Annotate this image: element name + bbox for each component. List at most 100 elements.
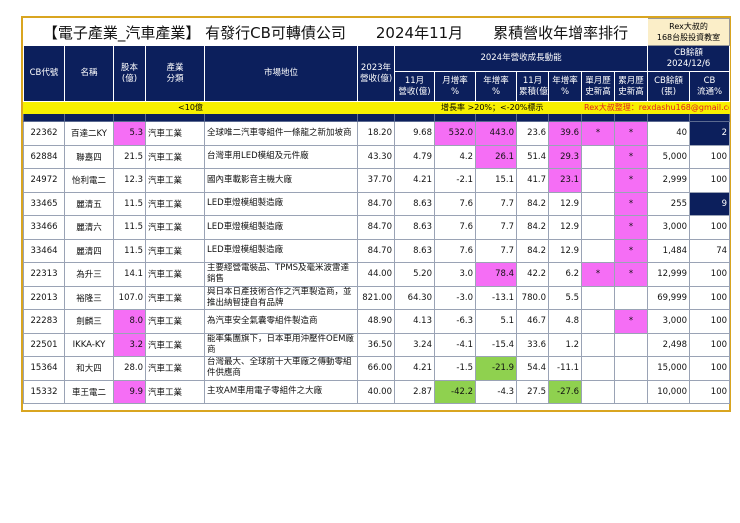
cb-balance: 40 bbox=[647, 121, 691, 146]
capital: 11.5 bbox=[113, 238, 146, 263]
nov-revenue: 8.63 bbox=[394, 238, 435, 263]
header-capital: 股本 (億) bbox=[113, 45, 146, 102]
month-record-high bbox=[581, 144, 615, 169]
nov-cumulative: 27.5 bbox=[516, 379, 549, 404]
note-growth-rule: 增長率 >20%；<-20%標示 bbox=[434, 101, 582, 114]
month-record-high bbox=[581, 238, 615, 263]
industry: 汽車工業 bbox=[145, 144, 205, 169]
header-mom: 月增率 % bbox=[434, 71, 476, 102]
industry: 汽車工業 bbox=[145, 356, 205, 381]
cb-outstanding-pct: 100 bbox=[689, 332, 731, 357]
yoy-growth: 15.1 bbox=[475, 168, 517, 193]
month-record-high bbox=[581, 379, 615, 404]
note-small-cap: <10億 bbox=[23, 101, 358, 114]
cb-outstanding-pct: 2 bbox=[689, 121, 731, 146]
yoy-growth: 78.4 bbox=[475, 262, 517, 287]
mom-growth: -2.1 bbox=[434, 168, 476, 193]
cum-yoy-growth: 1.2 bbox=[548, 332, 582, 357]
company-name: 麗清六 bbox=[64, 215, 114, 240]
mom-growth: 4.2 bbox=[434, 144, 476, 169]
mom-growth: -3.0 bbox=[434, 285, 476, 310]
market-position: 為汽車安全氣囊零組件製造商 bbox=[204, 309, 358, 334]
company-name: IKKA-KY bbox=[64, 332, 114, 357]
mom-growth: 7.6 bbox=[434, 238, 476, 263]
cum-yoy-growth: 39.6 bbox=[548, 121, 582, 146]
market-position: 主攻AM車用電子零組件之大廠 bbox=[204, 379, 358, 404]
cb-balance: 2,999 bbox=[647, 168, 691, 193]
rex-badge: Rex大叔的 168台股投資教室 bbox=[647, 18, 731, 46]
month-record-high bbox=[581, 215, 615, 240]
cb-outstanding-pct: 100 bbox=[689, 215, 731, 240]
nov-cumulative: 46.7 bbox=[516, 309, 549, 334]
capital: 3.2 bbox=[113, 332, 146, 357]
mom-growth: 7.6 bbox=[434, 191, 476, 216]
capital: 21.5 bbox=[113, 144, 146, 169]
nov-revenue: 2.87 bbox=[394, 379, 435, 404]
revenue-2023: 37.70 bbox=[357, 168, 395, 193]
cum-record-high bbox=[613, 379, 649, 404]
header-nov-rev: 11月 營收(億) bbox=[394, 71, 435, 102]
revenue-2023: 43.30 bbox=[357, 144, 395, 169]
cum-yoy-growth: 12.9 bbox=[548, 191, 582, 216]
company-name: 百達二KY bbox=[64, 121, 114, 146]
header-code: CB代號 bbox=[23, 45, 65, 102]
note-author: Rex大叔整理：rexdashu168@gmail.com bbox=[580, 101, 731, 114]
cb-balance: 12,999 bbox=[647, 262, 691, 287]
yoy-growth: -13.1 bbox=[475, 285, 517, 310]
market-position: LED車燈模組製造廠 bbox=[204, 215, 358, 240]
industry: 汽車工業 bbox=[145, 332, 205, 357]
nov-revenue: 8.63 bbox=[394, 191, 435, 216]
nov-revenue: 4.21 bbox=[394, 168, 435, 193]
revenue-2023: 36.50 bbox=[357, 332, 395, 357]
header-cb-balance: CB餘額 (張) bbox=[647, 71, 691, 102]
month-record-high bbox=[581, 332, 615, 357]
cum-record-high: * bbox=[613, 168, 649, 193]
company-name: 裕隆三 bbox=[64, 285, 114, 310]
cb-balance: 10,000 bbox=[647, 379, 691, 404]
nov-cumulative: 33.6 bbox=[516, 332, 549, 357]
cum-record-high bbox=[613, 285, 649, 310]
table-row: 15364 和大四 28.0 汽車工業 台灣最大、全球前十大車廠之傳動零組件供應商 66.… bbox=[23, 356, 731, 381]
nov-revenue: 4.13 bbox=[394, 309, 435, 334]
revenue-2023: 18.20 bbox=[357, 121, 395, 146]
header-name: 名稱 bbox=[64, 45, 114, 102]
cum-yoy-growth: 4.8 bbox=[548, 309, 582, 334]
cb-code: 22283 bbox=[23, 309, 65, 334]
cb-code: 24972 bbox=[23, 168, 65, 193]
nov-revenue: 4.21 bbox=[394, 356, 435, 381]
cb-code: 62884 bbox=[23, 144, 65, 169]
nov-cumulative: 780.0 bbox=[516, 285, 549, 310]
market-position: LED車燈模組製造廠 bbox=[204, 191, 358, 216]
cb-ranking-table: 【電子產業_汽車產業】 有發行CB可轉債公司 2024年11月 累積營收年增率排… bbox=[22, 18, 731, 404]
nov-revenue: 5.20 bbox=[394, 262, 435, 287]
cb-code: 33466 bbox=[23, 215, 65, 240]
industry: 汽車工業 bbox=[145, 262, 205, 287]
capital: 28.0 bbox=[113, 356, 146, 381]
month-record-high bbox=[581, 309, 615, 334]
nov-cumulative: 23.6 bbox=[516, 121, 549, 146]
industry: 汽車工業 bbox=[145, 215, 205, 240]
yoy-growth: 5.1 bbox=[475, 309, 517, 334]
yoy-growth: 7.7 bbox=[475, 215, 517, 240]
cb-code: 22013 bbox=[23, 285, 65, 310]
table-row: 22501 IKKA-KY 3.2 汽車工業 能率集團旗下，日本車用沖壓件OEM廠商 36… bbox=[23, 332, 731, 357]
cum-yoy-growth: 6.2 bbox=[548, 262, 582, 287]
market-position: 能率集團旗下，日本車用沖壓件OEM廠商 bbox=[204, 332, 358, 357]
capital: 11.5 bbox=[113, 191, 146, 216]
cb-outstanding-pct: 100 bbox=[689, 309, 731, 334]
revenue-2023: 84.70 bbox=[357, 215, 395, 240]
company-name: 麗清五 bbox=[64, 191, 114, 216]
mom-growth: 3.0 bbox=[434, 262, 476, 287]
cum-record-high bbox=[613, 356, 649, 381]
cb-code: 15332 bbox=[23, 379, 65, 404]
capital: 9.9 bbox=[113, 379, 146, 404]
cb-outstanding-pct: 100 bbox=[689, 144, 731, 169]
cb-code: 33465 bbox=[23, 191, 65, 216]
cb-code: 22362 bbox=[23, 121, 65, 146]
yoy-growth: 7.7 bbox=[475, 191, 517, 216]
header-cb-group: CB餘額 2024/12/6 bbox=[647, 45, 731, 72]
revenue-2023: 48.90 bbox=[357, 309, 395, 334]
market-position: 台灣車用LED模組及元件廠 bbox=[204, 144, 358, 169]
nov-cumulative: 54.4 bbox=[516, 356, 549, 381]
cum-record-high: * bbox=[613, 121, 649, 146]
